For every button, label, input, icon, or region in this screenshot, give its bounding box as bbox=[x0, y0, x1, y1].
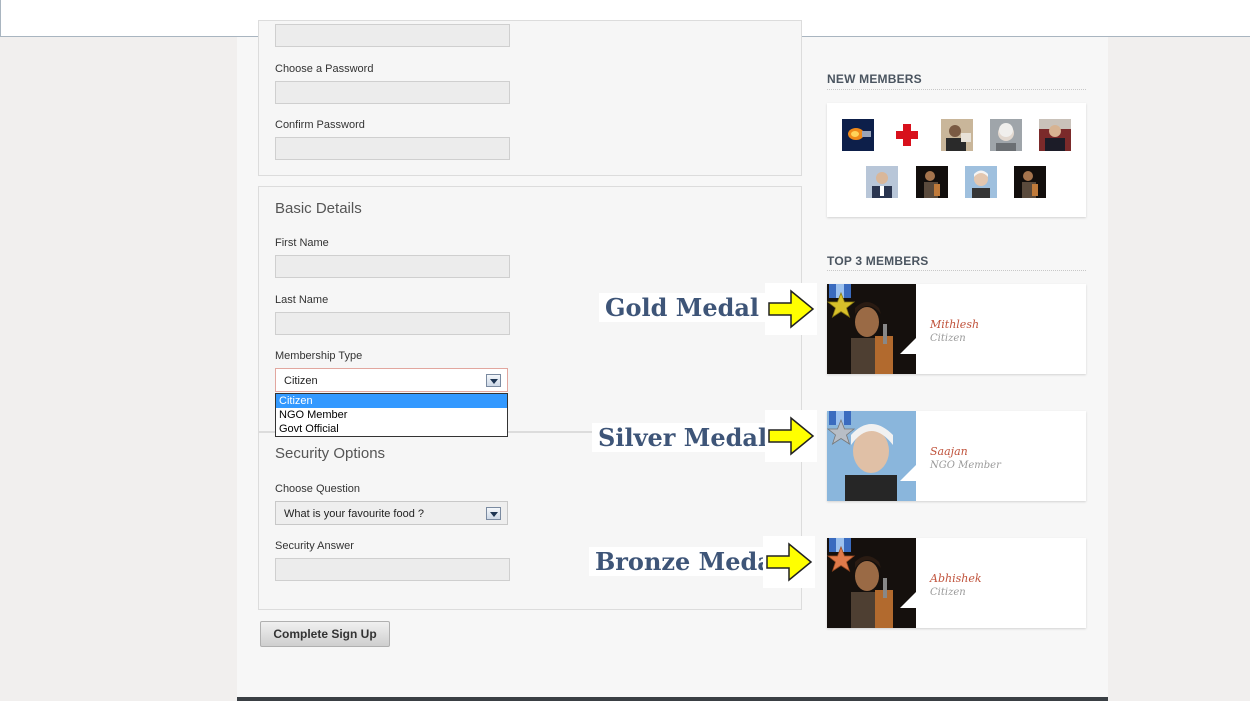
option-ngo-member[interactable]: NGO Member bbox=[276, 408, 507, 422]
red-cross-avatar-icon[interactable] bbox=[891, 119, 923, 151]
first-name-field[interactable] bbox=[275, 255, 510, 278]
right-arrow-icon bbox=[768, 289, 815, 329]
photo-notch bbox=[900, 592, 916, 608]
right-arrow-icon bbox=[768, 416, 815, 456]
membership-type-select[interactable]: Citizen bbox=[275, 368, 508, 392]
man-avatar-icon[interactable] bbox=[941, 119, 973, 151]
member-name[interactable]: Saajan bbox=[930, 445, 968, 458]
option-govt-official[interactable]: Govt Official bbox=[276, 422, 507, 436]
member-type: Citizen bbox=[930, 333, 966, 344]
divider bbox=[827, 270, 1086, 271]
security-question-value: What is your favourite food ? bbox=[284, 508, 425, 520]
last-name-field[interactable] bbox=[275, 312, 510, 335]
guitarist-avatar-icon[interactable] bbox=[1014, 166, 1046, 198]
gold-medal-icon bbox=[827, 284, 856, 318]
new-members-title: NEW MEMBERS bbox=[827, 72, 922, 86]
top-members-title: TOP 3 MEMBERS bbox=[827, 254, 929, 268]
white-hair-avatar-icon[interactable] bbox=[965, 166, 997, 198]
member-name[interactable]: Mithlesh bbox=[930, 318, 979, 331]
username-field[interactable] bbox=[275, 24, 510, 47]
member-name[interactable]: Abhishek bbox=[930, 572, 982, 585]
gold-medal-label: Gold Medal bbox=[599, 293, 766, 322]
silver-medal-icon bbox=[827, 411, 856, 445]
security-options-title: Security Options bbox=[275, 445, 386, 462]
member-type: Citizen bbox=[930, 587, 966, 598]
arrow-box bbox=[763, 536, 815, 588]
dropdown-arrow-icon[interactable] bbox=[486, 507, 501, 520]
top-member-card[interactable]: Saajan NGO Member bbox=[827, 411, 1086, 501]
basic-details-title: Basic Details bbox=[275, 200, 362, 217]
bronze-medal-label: Bronze Medal bbox=[589, 547, 788, 576]
photo-notch bbox=[900, 465, 916, 481]
password-field[interactable] bbox=[275, 81, 510, 104]
membership-type-label: Membership Type bbox=[275, 350, 363, 362]
membership-options-list[interactable]: Citizen NGO Member Govt Official bbox=[275, 393, 508, 437]
confirm-password-label: Confirm Password bbox=[275, 119, 365, 131]
divider bbox=[827, 89, 1086, 90]
member-type: NGO Member bbox=[930, 460, 1001, 471]
security-answer-label: Security Answer bbox=[275, 540, 354, 552]
arrow-box bbox=[765, 283, 817, 335]
arrow-box bbox=[765, 410, 817, 462]
footer-strip bbox=[237, 697, 1108, 701]
guitarist-avatar-icon[interactable] bbox=[916, 166, 948, 198]
grey-hair-avatar-icon[interactable] bbox=[990, 119, 1022, 151]
top-member-card[interactable]: Mithlesh Citizen bbox=[827, 284, 1086, 374]
dropdown-arrow-icon[interactable] bbox=[486, 374, 501, 387]
confirm-password-field[interactable] bbox=[275, 137, 510, 160]
top-member-card[interactable]: Abhishek Citizen bbox=[827, 538, 1086, 628]
security-question-select[interactable]: What is your favourite food ? bbox=[275, 501, 508, 525]
security-answer-field[interactable] bbox=[275, 558, 510, 581]
suit-avatar-icon[interactable] bbox=[1039, 119, 1071, 151]
fire-avatar-icon[interactable] bbox=[842, 119, 874, 151]
password-label: Choose a Password bbox=[275, 63, 374, 75]
complete-signup-button[interactable]: Complete Sign Up bbox=[260, 621, 390, 647]
silver-medal-label: Silver Medal bbox=[592, 423, 774, 452]
right-arrow-icon bbox=[766, 542, 813, 582]
photo-notch bbox=[900, 338, 916, 354]
last-name-label: Last Name bbox=[275, 294, 329, 306]
membership-type-value: Citizen bbox=[284, 375, 318, 387]
businessman-avatar-icon[interactable] bbox=[866, 166, 898, 198]
choose-question-label: Choose Question bbox=[275, 483, 360, 495]
bronze-medal-icon bbox=[827, 538, 856, 572]
first-name-label: First Name bbox=[275, 237, 329, 249]
option-citizen[interactable]: Citizen bbox=[276, 394, 507, 408]
